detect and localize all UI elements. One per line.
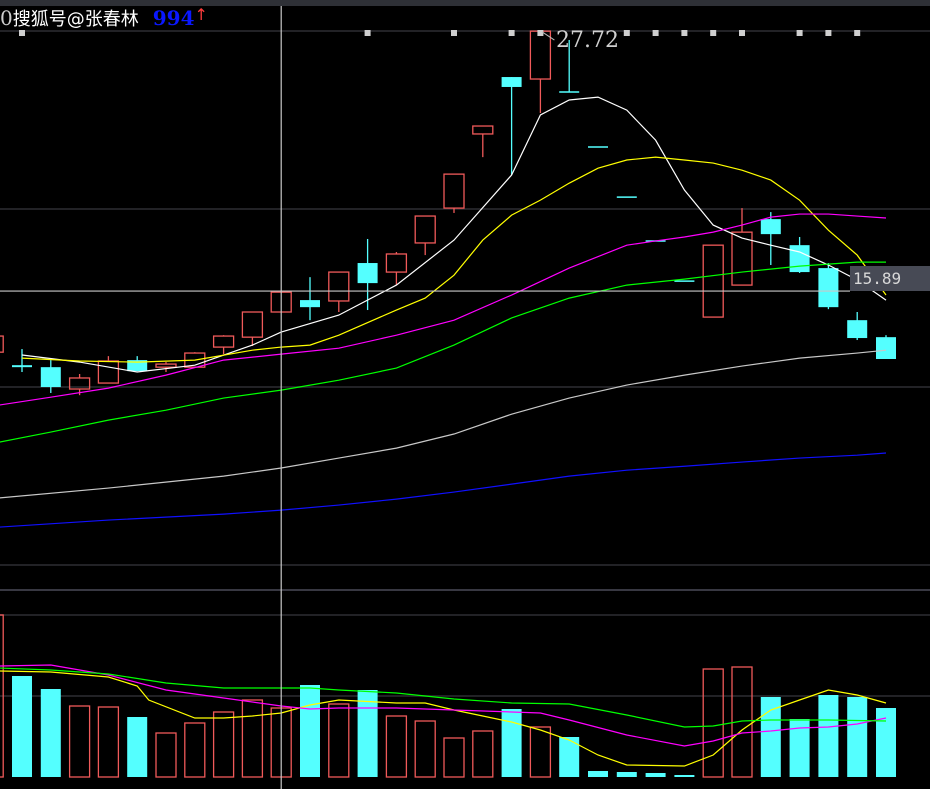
candle-body-down bbox=[300, 300, 320, 308]
ma-line-ma5 bbox=[21, 96, 887, 373]
candle-body-up bbox=[443, 173, 465, 209]
candle-body-up bbox=[328, 271, 350, 302]
candle-body-down bbox=[847, 320, 868, 339]
ma-line-ma20 bbox=[0, 213, 887, 406]
ma-line-ma120 bbox=[0, 452, 887, 528]
candle-body-down bbox=[818, 268, 839, 308]
signal-marker-icon bbox=[681, 30, 688, 36]
candle-body-down bbox=[357, 263, 378, 284]
volume-bar-up bbox=[97, 706, 120, 778]
volume-bar-down bbox=[616, 772, 637, 777]
volume-bar-up bbox=[472, 730, 494, 778]
candle-body-up bbox=[212, 335, 235, 348]
volume-bar-up bbox=[385, 715, 408, 778]
signal-marker-icon bbox=[652, 30, 659, 36]
candle-body-up bbox=[414, 215, 436, 244]
signal-marker-icon bbox=[854, 30, 861, 36]
high-price-label: 27.72 bbox=[556, 28, 619, 53]
candle-body-down bbox=[12, 365, 32, 368]
ma-line-ma10 bbox=[21, 156, 887, 363]
candle-body-up bbox=[0, 335, 4, 353]
candle-body-up bbox=[385, 253, 408, 273]
chart-header: 0 搜狐号@张春林 994 ↑ bbox=[0, 4, 208, 31]
volume-bar-down bbox=[12, 676, 32, 777]
signal-marker-icon bbox=[364, 30, 371, 36]
volume-bar-down bbox=[847, 697, 868, 777]
high-label-pointer bbox=[542, 31, 555, 41]
volume-bar-up bbox=[414, 720, 436, 778]
candle-body-up bbox=[241, 311, 264, 338]
volume-bar-up bbox=[155, 732, 177, 778]
signal-marker-icon bbox=[537, 30, 544, 36]
volume-bar-up bbox=[328, 703, 350, 778]
signal-marker-icon bbox=[623, 30, 630, 36]
ma-line-ma30 bbox=[0, 261, 886, 443]
volume-bar-up bbox=[443, 737, 465, 778]
volume-bar-up bbox=[529, 726, 552, 778]
volume-bar-up bbox=[184, 722, 206, 778]
volume-bar-down bbox=[674, 775, 695, 777]
volume-bar-down bbox=[127, 717, 148, 777]
signal-marker-icon bbox=[710, 30, 717, 36]
volume-bar-down bbox=[300, 685, 320, 777]
volume-bar-up bbox=[68, 705, 91, 778]
volume-bar-up bbox=[212, 711, 235, 778]
candle-body-up bbox=[472, 125, 494, 135]
volume-bar-down bbox=[501, 709, 522, 777]
volume-bar-up bbox=[241, 699, 264, 778]
volume-bar-down bbox=[588, 771, 608, 777]
candle-body-down bbox=[501, 77, 522, 87]
volume-bar-down bbox=[818, 695, 839, 777]
signal-marker-icon bbox=[739, 30, 745, 36]
candle-body-up bbox=[529, 30, 552, 80]
up-arrow-icon: ↑ bbox=[194, 4, 208, 24]
signal-marker-icon bbox=[796, 30, 803, 36]
candle-body-down bbox=[40, 367, 61, 388]
crosshair-price-label: 15.89 bbox=[850, 266, 930, 291]
signal-marker-icon bbox=[508, 30, 515, 36]
candle-body-up bbox=[97, 360, 120, 384]
volume-bar-down bbox=[357, 690, 378, 777]
candlestick-chart[interactable] bbox=[0, 0, 930, 789]
candle-body-down bbox=[876, 337, 896, 360]
header-prefix: 0 bbox=[0, 6, 13, 30]
volume-bar-down bbox=[40, 689, 61, 777]
watermark-text: 搜狐号@张春林 bbox=[12, 9, 139, 30]
volume-bar-down bbox=[760, 697, 781, 777]
ma-line-ma60 bbox=[0, 349, 887, 499]
candle-body-down bbox=[760, 219, 781, 235]
header-code: 994 bbox=[152, 6, 195, 30]
candle-body-up bbox=[155, 363, 177, 368]
candle-body-up bbox=[702, 244, 724, 318]
volume-bar-down bbox=[645, 773, 666, 777]
candle-body-down bbox=[789, 245, 810, 273]
signal-marker-icon bbox=[451, 30, 457, 36]
signal-marker-icon bbox=[825, 30, 832, 36]
volume-bar-up bbox=[702, 668, 724, 778]
